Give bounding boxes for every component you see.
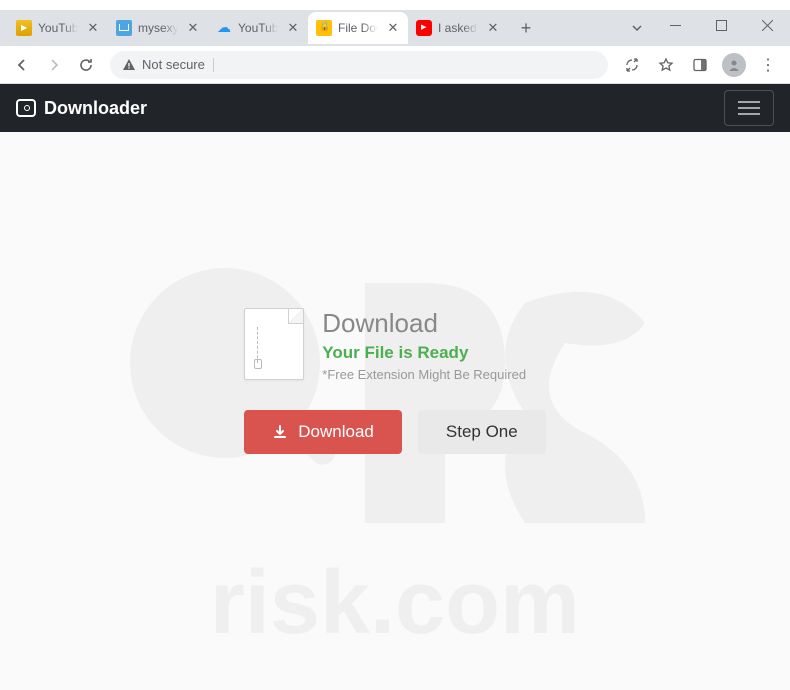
- share-button[interactable]: [618, 51, 646, 79]
- brand-label: Downloader: [44, 98, 147, 119]
- tab-title: YouTube: [238, 21, 280, 35]
- maximize-button[interactable]: [698, 10, 744, 40]
- tab-title: YouTube: [38, 21, 80, 35]
- page-content: risk.com Download Your File is Ready *Fr…: [0, 132, 790, 690]
- favicon-youtube-icon: [416, 20, 432, 36]
- favicon-cloud-icon: [216, 20, 232, 36]
- brand[interactable]: Downloader: [16, 98, 147, 119]
- close-icon[interactable]: ✕: [386, 21, 400, 35]
- close-icon[interactable]: ✕: [186, 21, 200, 35]
- zip-file-icon: [244, 308, 304, 380]
- download-panel: Download Your File is Ready *Free Extens…: [244, 308, 545, 454]
- svg-text:risk.com: risk.com: [210, 553, 580, 653]
- tab-title: File Download: [338, 21, 380, 35]
- forward-button[interactable]: [40, 51, 68, 79]
- close-icon[interactable]: ✕: [486, 21, 500, 35]
- favicon-lock-icon: [316, 20, 332, 36]
- address-bar[interactable]: Not secure: [110, 51, 608, 79]
- back-button[interactable]: [8, 51, 36, 79]
- close-window-button[interactable]: [744, 10, 790, 40]
- warning-icon: [122, 58, 136, 72]
- security-indicator[interactable]: Not secure: [122, 57, 205, 72]
- tab-search-button[interactable]: [622, 10, 652, 46]
- menu-button[interactable]: ⋮: [754, 55, 782, 75]
- camera-icon: [16, 99, 36, 117]
- tab-title: mysexymandy: [138, 21, 180, 35]
- download-ready-label: Your File is Ready: [322, 343, 526, 363]
- download-button-label: Download: [298, 422, 374, 442]
- reload-button[interactable]: [72, 51, 100, 79]
- tab-youtube-dl[interactable]: YouTube ✕: [208, 12, 308, 44]
- tab-strip: YouTube ✕ mysexymandy ✕ YouTube ✕ File D…: [0, 10, 790, 46]
- download-icon: [272, 424, 288, 440]
- step-one-button[interactable]: Step One: [418, 410, 546, 454]
- close-icon[interactable]: ✕: [86, 21, 100, 35]
- favicon-site-icon: [116, 20, 132, 36]
- bookmark-button[interactable]: [652, 51, 680, 79]
- close-icon[interactable]: ✕: [286, 21, 300, 35]
- browser-toolbar: Not secure ⋮: [0, 46, 790, 84]
- tab-mysexy[interactable]: mysexymandy ✕: [108, 12, 208, 44]
- step-one-label: Step One: [446, 422, 518, 442]
- tab-iasked[interactable]: I asked an AI ✕: [408, 12, 508, 44]
- security-label: Not secure: [142, 57, 205, 72]
- download-heading: Download: [322, 308, 526, 339]
- minimize-button[interactable]: [652, 10, 698, 40]
- download-button[interactable]: Download: [244, 410, 402, 454]
- sidepanel-button[interactable]: [686, 51, 714, 79]
- favicon-youtube-icon: [16, 20, 32, 36]
- hamburger-menu-button[interactable]: [724, 90, 774, 126]
- profile-button[interactable]: [720, 51, 748, 79]
- tab-youtube[interactable]: YouTube ✕: [8, 12, 108, 44]
- avatar-icon: [722, 53, 746, 77]
- page-navbar: Downloader: [0, 84, 790, 132]
- tab-file-download[interactable]: File Download ✕: [308, 12, 408, 44]
- download-note: *Free Extension Might Be Required: [322, 367, 526, 382]
- tab-title: I asked an AI: [438, 21, 480, 35]
- new-tab-button[interactable]: +: [512, 14, 540, 42]
